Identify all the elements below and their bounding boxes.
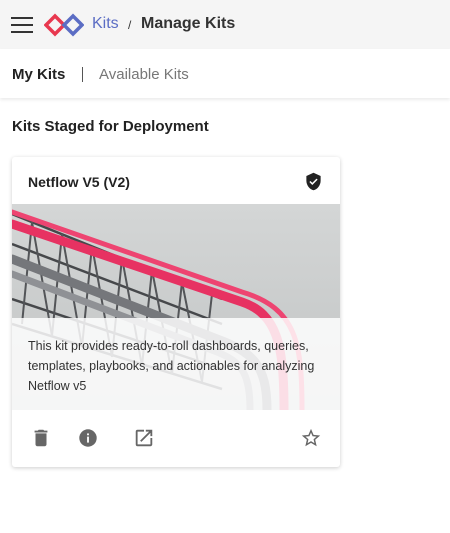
kit-card-actions [12, 410, 340, 467]
kits-tabs: My Kits Available Kits [0, 49, 450, 98]
page-title: Manage Kits [141, 15, 236, 32]
kit-description-overlay: This kit provides ready-to-roll dashboar… [12, 318, 340, 410]
top-app-bar: Kits / Manage Kits [0, 0, 450, 49]
hamburger-menu-icon[interactable] [11, 17, 33, 33]
tab-my-kits[interactable]: My Kits [12, 66, 65, 83]
open-in-new-icon[interactable] [133, 427, 155, 449]
kit-title: Netflow V5 (V2) [28, 174, 130, 190]
tab-available-kits[interactable]: Available Kits [99, 66, 189, 83]
star-outline-icon[interactable] [300, 427, 322, 449]
kits-logo-icon[interactable] [44, 13, 84, 37]
breadcrumb-separator: / [128, 18, 132, 32]
breadcrumb-kits-link[interactable]: Kits [92, 15, 119, 33]
section-title: Kits Staged for Deployment [12, 118, 209, 135]
tab-divider [82, 67, 83, 82]
verified-shield-icon [306, 172, 321, 191]
kit-image: This kit provides ready-to-roll dashboar… [12, 204, 340, 410]
kit-description: This kit provides ready-to-roll dashboar… [28, 339, 315, 393]
kit-card: Netflow V5 (V2) This kit provides ready-… [12, 157, 340, 467]
trash-icon[interactable] [30, 427, 52, 449]
info-icon[interactable] [77, 427, 99, 449]
